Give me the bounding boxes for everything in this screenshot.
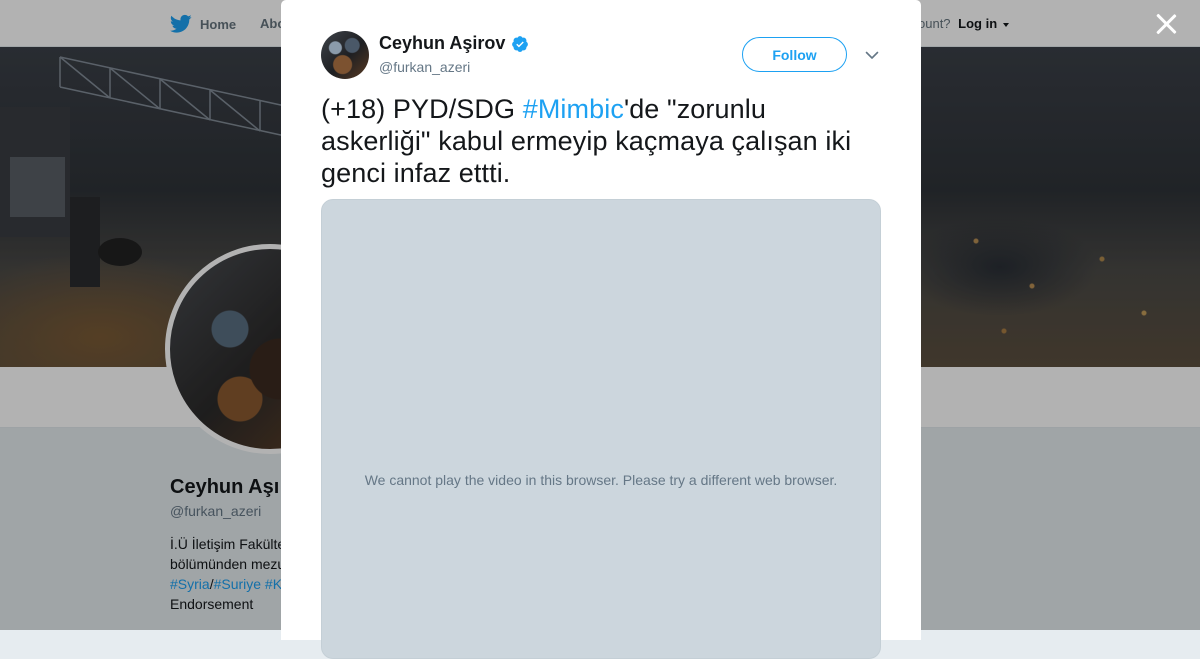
- tweet-text-start: (+18) PYD/SDG: [321, 94, 523, 124]
- author-handle[interactable]: @furkan_azeri: [379, 59, 470, 75]
- follow-button[interactable]: Follow: [742, 37, 847, 72]
- video-unsupported-message: We cannot play the video in this browser…: [364, 472, 838, 488]
- author-avatar[interactable]: [321, 31, 369, 79]
- video-player[interactable]: We cannot play the video in this browser…: [321, 199, 881, 659]
- close-icon[interactable]: [1154, 12, 1178, 36]
- tweet-text: (+18) PYD/SDG #Mimbic'de "zorunlu askerl…: [321, 93, 881, 189]
- author-name[interactable]: Ceyhun Aşirov: [379, 33, 529, 54]
- author-name-text: Ceyhun Aşirov: [379, 33, 506, 53]
- chevron-down-icon[interactable]: [863, 46, 881, 64]
- hashtag-link[interactable]: #Mimbic: [523, 94, 624, 124]
- verified-badge-icon: [512, 35, 529, 52]
- tweet-modal: Ceyhun Aşirov @furkan_azeri Follow (+18)…: [281, 0, 921, 659]
